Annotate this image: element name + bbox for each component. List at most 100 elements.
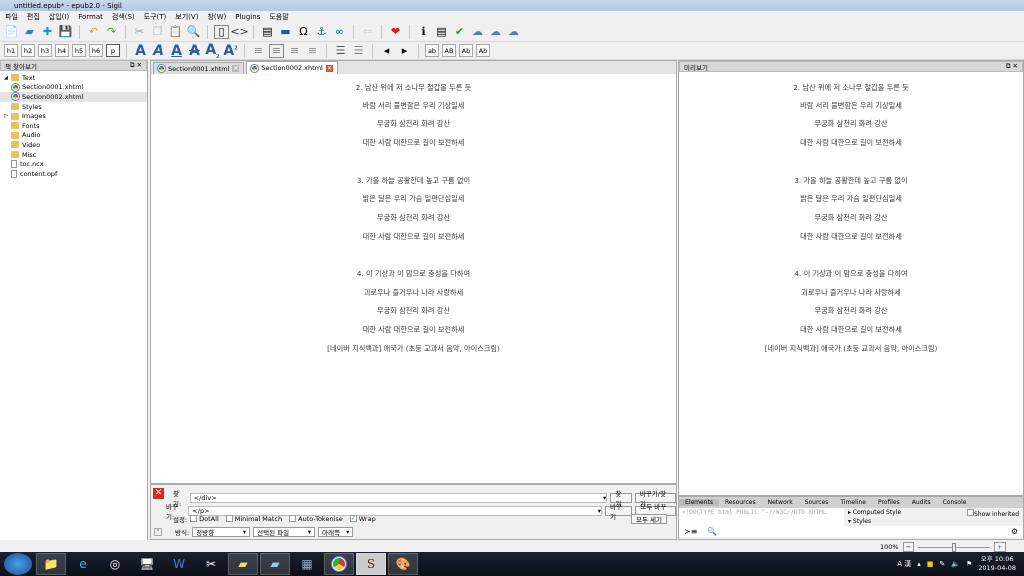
collapse-icon[interactable]: ⌃ xyxy=(154,528,162,536)
checkbox[interactable] xyxy=(289,515,297,522)
redo-icon[interactable]: ↷ xyxy=(104,25,119,39)
option-checkbox-minimal-match[interactable]: Minimal Match xyxy=(225,515,282,523)
heading-h1-button[interactable]: h1 xyxy=(4,44,18,57)
menu-item[interactable]: Format xyxy=(78,13,103,21)
ime-indicator[interactable]: A 漢 xyxy=(897,559,911,569)
notepad-icon[interactable]: ▰ xyxy=(260,553,290,575)
donate-heart-icon[interactable]: ❤ xyxy=(388,25,403,39)
heading-h5-button[interactable]: h5 xyxy=(72,44,86,57)
paste-icon[interactable]: 📋 xyxy=(168,25,183,39)
float-close-icons[interactable]: ⧉ ✕ xyxy=(130,61,142,70)
clock[interactable]: 오후 10:06 2019-04-08 xyxy=(978,555,1016,573)
option-checkbox-dotall[interactable]: DotAll xyxy=(190,515,219,523)
strikethrough-icon[interactable]: A xyxy=(187,43,202,59)
show-inherited-checkbox[interactable]: Show inherited xyxy=(966,509,1019,518)
save-icon[interactable]: 💾 xyxy=(58,25,73,39)
zoom-out-button[interactable]: − xyxy=(902,542,915,552)
chrome-icon[interactable] xyxy=(324,553,354,575)
tree-item[interactable]: Video xyxy=(0,140,147,150)
preview-zoom-icon[interactable]: 🔍 xyxy=(186,25,201,39)
align-center-icon[interactable]: ≡ xyxy=(269,43,284,58)
superscript-icon[interactable]: A2 xyxy=(223,43,238,59)
inspector-tab-audits[interactable]: Audits xyxy=(906,499,937,506)
pen-icon[interactable]: ✎ xyxy=(939,560,945,568)
case-button[interactable]: Ab xyxy=(459,44,473,57)
checkbox[interactable] xyxy=(225,515,233,522)
direction-select[interactable]: 아래쪽 ▾ xyxy=(318,527,354,537)
info-icon[interactable]: ℹ xyxy=(416,25,431,39)
anchor-icon[interactable]: ⚓ xyxy=(314,25,329,39)
word-icon[interactable]: W xyxy=(164,553,194,575)
tree-item[interactable]: ◢ Text xyxy=(0,73,147,83)
menu-item[interactable]: 보기(V) xyxy=(175,12,198,22)
zoom-slider[interactable] xyxy=(918,542,991,552)
undo-icon[interactable]: ↶ xyxy=(86,25,101,39)
computed-style-toggle[interactable]: ▸ Computed Style xyxy=(848,509,901,518)
open-icon[interactable]: ▰ xyxy=(22,25,37,39)
network-icon[interactable]: 🖥 xyxy=(132,553,162,575)
subscript-icon[interactable]: A2 xyxy=(205,42,220,60)
checkbox[interactable]: ✓ xyxy=(349,515,357,522)
case-button[interactable]: Ab xyxy=(476,44,490,57)
case-button[interactable]: ab xyxy=(425,44,439,57)
metadata-icon[interactable]: ▤ xyxy=(260,25,275,39)
plugin-icon-2[interactable]: ☁ xyxy=(488,25,503,39)
menu-item[interactable]: 삽입(I) xyxy=(49,12,69,22)
tree-item[interactable]: ▷ Images xyxy=(0,111,147,121)
checkbox[interactable] xyxy=(190,515,198,522)
menu-item[interactable]: 도구(T) xyxy=(144,12,167,22)
new-file-icon[interactable]: 📄 xyxy=(4,25,19,39)
back-icon[interactable]: ⇦ xyxy=(360,25,375,39)
heading-h2-button[interactable]: h2 xyxy=(21,44,35,57)
decrease-indent-icon[interactable]: ◂ xyxy=(379,44,394,58)
plugin-icon-3[interactable]: ☁ xyxy=(506,25,521,39)
editor-content[interactable]: 2. 남산 위에 저 소나무 철갑을 두른 듯 바람 서리 불변함은 우리 기상일… xyxy=(151,61,676,481)
expand-arrow-icon[interactable]: ▷ xyxy=(4,113,8,119)
align-right-icon[interactable]: ≡ xyxy=(287,44,302,58)
replace-button[interactable]: 바꾸기 xyxy=(605,503,633,521)
heading-p-button[interactable]: p xyxy=(106,44,120,57)
inspector-tab-sources[interactable]: Sources xyxy=(799,499,835,506)
styles-toggle[interactable]: ▾ Styles xyxy=(848,518,1019,525)
settings-gear-icon[interactable]: ⚙ xyxy=(1011,527,1018,536)
case-button[interactable]: AB xyxy=(442,44,456,57)
console-icon[interactable]: ≻≡ xyxy=(684,527,697,536)
close-find-icon[interactable]: ✕ xyxy=(153,488,164,499)
code-view-icon[interactable]: <> xyxy=(230,25,248,39)
increase-indent-icon[interactable]: ▸ xyxy=(397,44,412,58)
tree-item[interactable]: Audio xyxy=(0,131,147,141)
internet-explorer-icon[interactable]: e xyxy=(68,553,98,575)
heading-h4-button[interactable]: h4 xyxy=(55,44,69,57)
snipping-tool-icon[interactable]: ✂ xyxy=(196,553,226,575)
volume-icon[interactable]: 🔈 xyxy=(951,560,960,568)
book-view-icon[interactable]: ▯ xyxy=(214,24,229,39)
special-char-icon[interactable]: Ω xyxy=(296,25,311,39)
numbered-list-icon[interactable]: ☰ xyxy=(351,44,366,58)
expand-arrow-icon[interactable]: ◢ xyxy=(4,75,8,81)
align-left-icon[interactable]: ≡ xyxy=(251,44,266,58)
heading-h6-button[interactable]: h6 xyxy=(89,44,103,57)
calculator-icon[interactable]: ▦ xyxy=(292,553,322,575)
inspector-tab-elements[interactable]: Elements xyxy=(679,499,719,506)
spellcheck-icon[interactable]: ✔ xyxy=(452,25,467,39)
image-icon[interactable]: ▬ xyxy=(278,25,293,39)
add-icon[interactable]: ✚ xyxy=(40,25,55,39)
bullet-list-icon[interactable]: ☰ xyxy=(333,44,348,58)
tree-item[interactable]: toc.ncx xyxy=(0,159,147,169)
underline-icon[interactable]: A xyxy=(169,43,184,59)
copy-icon[interactable]: ❐ xyxy=(150,25,165,39)
inspector-tab-network[interactable]: Network xyxy=(762,499,799,506)
tree-item[interactable]: content.opf xyxy=(0,169,147,179)
inspector-tab-console[interactable]: Console xyxy=(937,499,973,506)
menu-item[interactable]: 파일 xyxy=(5,12,18,22)
menu-item[interactable]: 편집 xyxy=(27,12,40,22)
paint-icon[interactable]: 🎨 xyxy=(388,553,418,575)
inspector-tab-resources[interactable]: Resources xyxy=(719,499,762,506)
action-center-icon[interactable]: ⚑ xyxy=(966,560,972,568)
dropdown-arrow-icon[interactable]: ▾ xyxy=(598,507,601,515)
tree-item[interactable]: Section0002.xhtml xyxy=(0,92,147,102)
plugin-icon-1[interactable]: ☁ xyxy=(470,25,485,39)
bold-icon[interactable]: A xyxy=(133,43,148,59)
inspector-tab-timeline[interactable]: Timeline xyxy=(834,499,872,506)
inspector-tab-profiles[interactable]: Profiles xyxy=(872,499,906,506)
